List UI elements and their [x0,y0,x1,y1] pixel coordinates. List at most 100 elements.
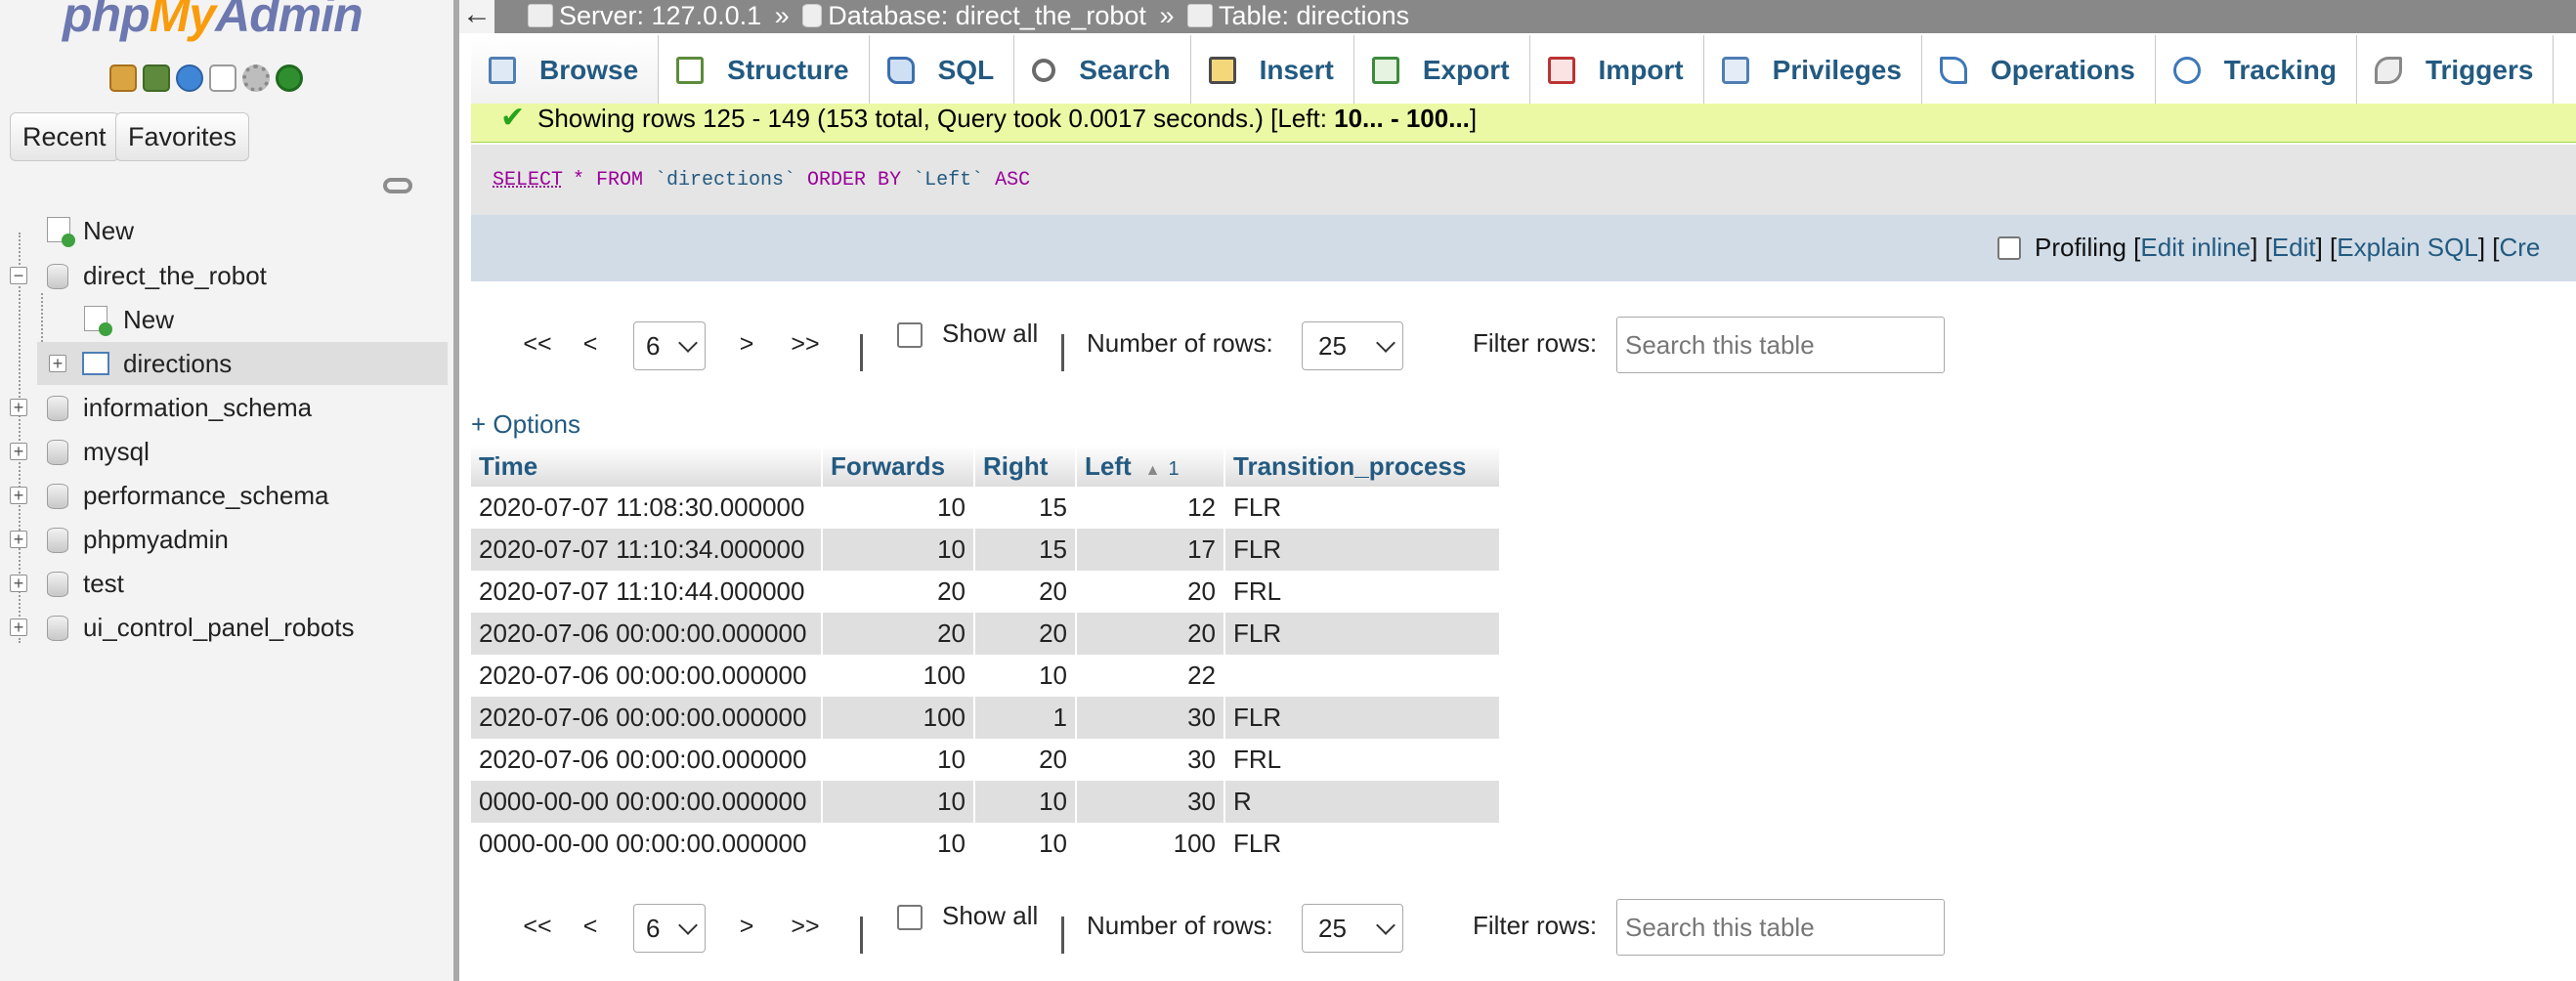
expand-icon[interactable]: + [10,399,27,416]
tab-structure[interactable]: Structure [659,35,870,106]
collapse-icon[interactable]: − [10,267,27,284]
table-row[interactable]: 2020-07-06 00:00:00.000000 100 10 22 [471,655,1501,697]
tree-item-performance-schema[interactable]: + performance_schema [0,474,448,517]
breadcrumb-server[interactable]: Server: 127.0.0.1 [559,1,761,30]
cell-forwards[interactable]: 20 [822,571,975,613]
cell-left[interactable]: 20 [1076,613,1225,655]
expand-icon[interactable]: + [49,355,66,372]
link-with-main-panel-icon[interactable] [383,178,412,193]
cell-transition-process[interactable]: FRL [1224,571,1501,613]
recent-button[interactable]: Recent [10,112,119,161]
tree-item-directions[interactable]: + directions [37,342,448,385]
cell-forwards[interactable]: 10 [822,739,975,781]
cell-forwards[interactable]: 100 [822,697,975,739]
sql-keyword[interactable]: SELECT [493,169,563,192]
cell-time[interactable]: 2020-07-06 00:00:00.000000 [471,613,823,655]
expand-icon[interactable]: + [10,443,27,460]
filter-rows-input[interactable] [1616,317,1945,373]
cell-transition-process[interactable]: FLR [1224,487,1501,529]
cell-transition-process[interactable]: FLR [1224,529,1501,571]
expand-icon[interactable]: + [10,487,27,504]
tab-export[interactable]: Export [1354,35,1530,106]
cell-forwards[interactable]: 10 [822,823,975,865]
cell-transition-process[interactable]: FLR [1224,613,1501,655]
first-page-button[interactable]: << [508,897,567,956]
settings-icon[interactable] [242,64,270,92]
table-row[interactable]: 2020-07-07 11:10:44.000000 20 20 20 FRL [471,571,1501,613]
tab-sql[interactable]: SQL [870,35,1015,106]
table-row[interactable]: 0000-00-00 00:00:00.000000 10 10 30 R [471,781,1501,823]
tree-item-ui-control-panel-robots[interactable]: + ui_control_panel_robots [0,606,448,649]
cell-forwards[interactable]: 10 [822,529,975,571]
page-select[interactable]: 6 [633,321,706,370]
cell-right[interactable]: 10 [974,655,1077,697]
tab-insert[interactable]: Insert [1191,35,1354,106]
show-all-checkbox[interactable] [897,322,923,348]
tree-item-phpmyadmin[interactable]: + phpmyadmin [0,518,448,561]
phpmyadmin-logo[interactable]: phpMyAdmin [63,0,364,43]
cell-time[interactable]: 2020-07-07 11:10:34.000000 [471,529,823,571]
cell-time[interactable]: 0000-00-00 00:00:00.000000 [471,823,823,865]
column-header-right[interactable]: Right [974,446,1077,487]
page-select[interactable]: 6 [633,904,706,953]
previous-page-button[interactable]: < [571,897,610,956]
help-icon[interactable] [176,64,203,92]
home-icon[interactable] [109,64,137,92]
cell-forwards[interactable]: 100 [822,655,975,697]
cell-right[interactable]: 1 [974,697,1077,739]
show-all-checkbox[interactable] [897,905,923,930]
cell-time[interactable]: 2020-07-06 00:00:00.000000 [471,697,823,739]
edit-inline-link[interactable]: Edit inline [2140,233,2251,262]
table-row[interactable]: 0000-00-00 00:00:00.000000 10 10 100 FLR [471,823,1501,865]
previous-page-button[interactable]: < [571,315,610,373]
tree-item-information-schema[interactable]: + information_schema [0,386,448,429]
cell-left[interactable]: 22 [1076,655,1225,697]
cell-right[interactable]: 10 [974,781,1077,823]
next-page-button[interactable]: > [727,897,766,956]
cell-forwards[interactable]: 20 [822,613,975,655]
table-row[interactable]: 2020-07-06 00:00:00.000000 20 20 20 FLR [471,613,1501,655]
cell-right[interactable]: 15 [974,487,1077,529]
cell-left[interactable]: 17 [1076,529,1225,571]
cell-time[interactable]: 2020-07-07 11:10:44.000000 [471,571,823,613]
cell-right[interactable]: 10 [974,823,1077,865]
docs-icon[interactable] [209,64,236,92]
tree-item-new-table[interactable]: New [0,298,448,341]
cell-time[interactable]: 2020-07-06 00:00:00.000000 [471,655,823,697]
cell-transition-process[interactable] [1224,655,1501,697]
tab-triggers[interactable]: Triggers [2357,35,2555,106]
tree-item-mysql[interactable]: + mysql [0,430,448,473]
favorites-button[interactable]: Favorites [115,112,250,161]
cell-time[interactable]: 0000-00-00 00:00:00.000000 [471,781,823,823]
tree-item-test[interactable]: + test [0,562,448,605]
number-of-rows-select[interactable]: 25 [1302,321,1403,370]
cell-time[interactable]: 2020-07-07 11:08:30.000000 [471,487,823,529]
cell-left[interactable]: 12 [1076,487,1225,529]
column-header-left[interactable]: Left ▲ 1 [1076,446,1225,487]
next-page-button[interactable]: > [727,315,766,373]
last-page-button[interactable]: >> [774,315,837,373]
logout-icon[interactable] [143,64,170,92]
profiling-checkbox[interactable] [1997,236,2021,260]
table-row[interactable]: 2020-07-06 00:00:00.000000 100 1 30 FLR [471,697,1501,739]
tree-item-direct-the-robot[interactable]: − direct_the_robot [0,254,448,297]
expand-icon[interactable]: + [10,575,27,592]
edit-link[interactable]: Edit [2272,233,2316,262]
options-link[interactable]: + Options [471,408,580,440]
cell-transition-process[interactable]: FLR [1224,823,1501,865]
number-of-rows-select[interactable]: 25 [1302,904,1403,953]
cell-right[interactable]: 15 [974,529,1077,571]
column-header-time[interactable]: Time [471,446,823,487]
first-page-button[interactable]: << [508,315,567,373]
column-header-transition-process[interactable]: Transition_process [1224,446,1501,487]
cell-transition-process[interactable]: R [1224,781,1501,823]
filter-rows-input[interactable] [1616,899,1945,956]
expand-icon[interactable]: + [10,531,27,548]
cell-forwards[interactable]: 10 [822,487,975,529]
breadcrumb-table[interactable]: Table: directions [1219,1,1409,30]
cell-forwards[interactable]: 10 [822,781,975,823]
tab-import[interactable]: Import [1530,35,1704,106]
explain-sql-link[interactable]: Explain SQL [2337,233,2478,262]
tree-item-new[interactable]: New [0,209,448,252]
cell-transition-process[interactable]: FRL [1224,739,1501,781]
